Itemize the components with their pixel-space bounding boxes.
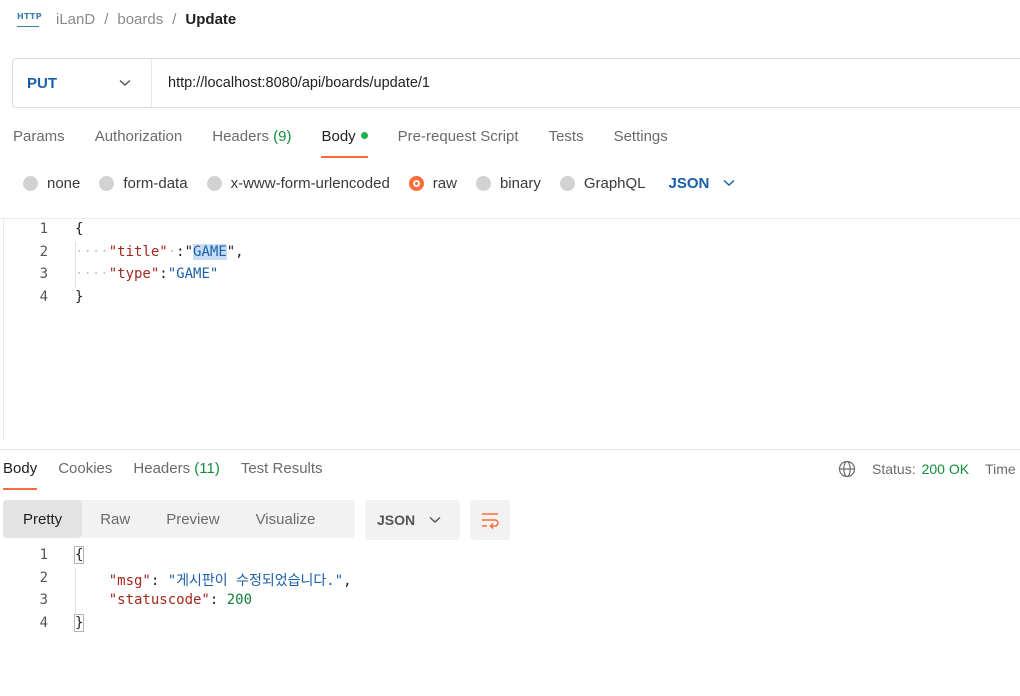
url-input[interactable]: http://localhost:8080/api/boards/update/… [152,75,430,91]
response-tab-headers[interactable]: Headers (11) [133,460,219,490]
method-label: PUT [27,74,57,92]
response-view-selector: Pretty Raw Preview Visualize [3,500,355,538]
tab-tests[interactable]: Tests [549,128,584,158]
tab-body[interactable]: Body [321,128,368,158]
radio-raw[interactable]: raw [408,175,457,192]
status-code[interactable]: 200 OK [922,461,969,477]
wrap-lines-button[interactable] [470,500,510,540]
response-headers-count: (11) [194,460,220,477]
tab-settings[interactable]: Settings [614,128,668,158]
radio-binary[interactable]: binary [475,175,541,192]
response-tab-body[interactable]: Body [3,460,38,490]
radio-none[interactable]: none [23,175,80,192]
body-indicator-dot [360,132,368,139]
tab-params[interactable]: Params [13,128,65,158]
response-status: Status: 200 OK Time [838,460,1016,478]
response-tab-test-results[interactable]: Test Results [241,460,323,490]
chevron-down-icon [723,179,735,186]
response-time-label[interactable]: Time [985,461,1016,477]
view-raw[interactable]: Raw [82,500,148,538]
breadcrumb: HTTP iLanD / boards / Update [16,9,237,29]
breadcrumb-collection[interactable]: boards [117,11,163,28]
headers-count: (9) [273,128,292,145]
method-select[interactable]: PUT [13,59,152,107]
response-tabs: Body Cookies Headers (11) Test Results [3,460,344,490]
request-tabs: Params Authorization Headers (9) Body Pr… [13,128,698,158]
response-format-select[interactable]: JSON [365,500,460,540]
chevron-down-icon [119,79,131,86]
view-visualize[interactable]: Visualize [238,500,334,538]
radio-graphql[interactable]: GraphQL [559,175,646,192]
radio-form-data[interactable]: form-data [99,175,188,192]
view-preview[interactable]: Preview [148,500,237,538]
radio-urlencoded[interactable]: x-www-form-urlencoded [206,175,390,192]
view-pretty[interactable]: Pretty [3,500,83,538]
response-tab-cookies[interactable]: Cookies [58,460,112,490]
url-bar: PUT http://localhost:8080/api/boards/upd… [12,58,1020,108]
tab-pre-request-script[interactable]: Pre-request Script [398,128,519,158]
http-request-icon: HTTP [16,9,42,29]
tab-authorization[interactable]: Authorization [95,128,183,158]
breadcrumb-request-name[interactable]: Update [185,11,236,28]
raw-format-select[interactable]: JSON [669,175,736,192]
chevron-down-icon [429,516,441,523]
globe-icon[interactable] [838,460,856,478]
body-type-options: none form-data x-www-form-urlencoded raw… [23,173,735,193]
tab-headers[interactable]: Headers (9) [212,128,291,158]
wrap-lines-icon [482,513,499,529]
breadcrumb-workspace[interactable]: iLanD [56,11,95,28]
